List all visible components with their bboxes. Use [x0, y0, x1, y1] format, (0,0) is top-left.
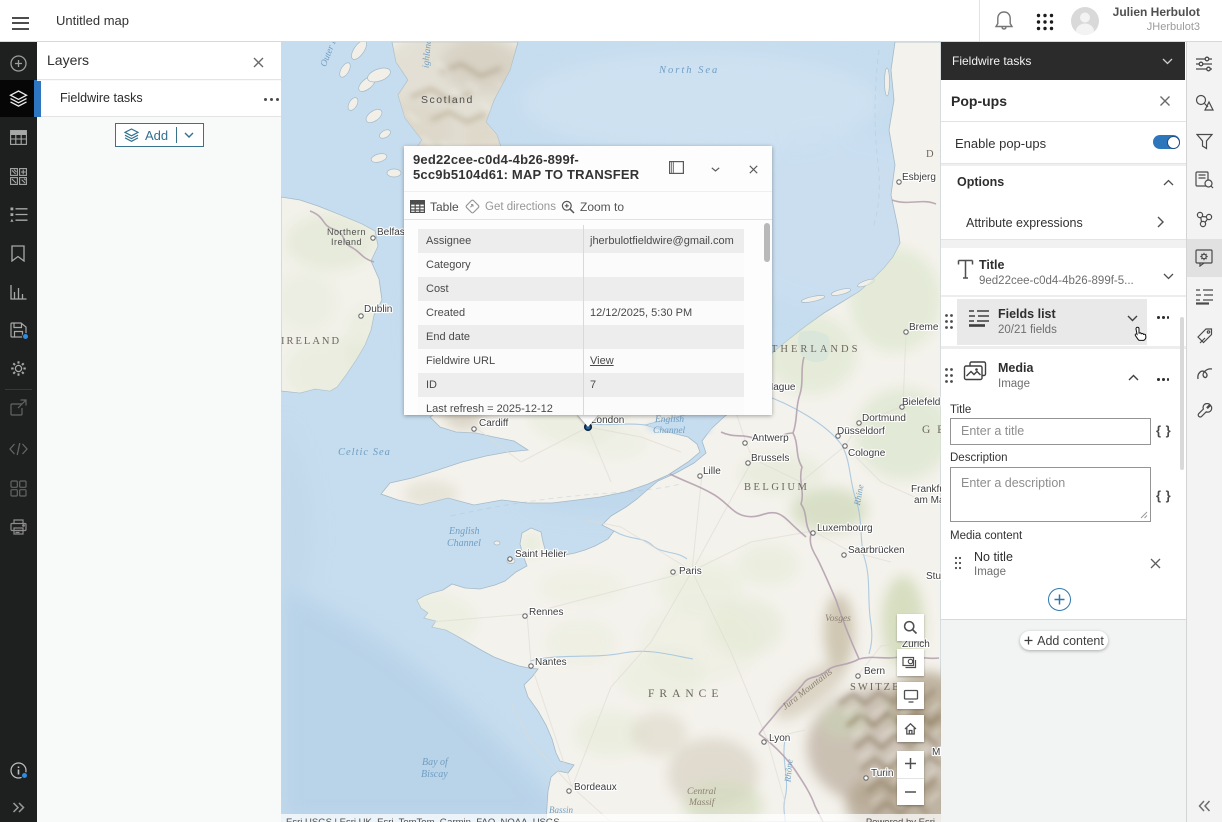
svg-text:Lyon: Lyon	[769, 733, 790, 744]
svg-text:Dublin: Dublin	[364, 304, 392, 315]
svg-text:IRELAND: IRELAND	[281, 336, 341, 347]
svg-text:D E: D E	[926, 149, 941, 160]
svg-text:Paris: Paris	[679, 566, 702, 577]
svg-text:Ireland: Ireland	[331, 237, 362, 247]
svg-text:Rennes: Rennes	[529, 607, 563, 618]
svg-text:Cardiff: Cardiff	[479, 418, 508, 429]
svg-text:Belfas: Belfas	[377, 227, 405, 238]
svg-text:Bielefeld: Bielefeld	[902, 397, 940, 408]
svg-text:THERLANDS: THERLANDS	[771, 344, 860, 355]
svg-text:Saarbrücken: Saarbrücken	[848, 545, 905, 556]
svg-text:Cologne: Cologne	[848, 448, 886, 459]
svg-text:Frankfu: Frankfu	[911, 484, 941, 495]
svg-text:Biscay: Biscay	[421, 769, 448, 780]
svg-text:Stu: Stu	[926, 571, 941, 582]
svg-text:Bern: Bern	[864, 666, 885, 677]
svg-text:Central: Central	[687, 787, 716, 797]
svg-text:Celtic Sea: Celtic Sea	[338, 447, 391, 458]
svg-text:Massif: Massif	[688, 797, 716, 808]
svg-text:Scotland: Scotland	[421, 94, 474, 106]
svg-text:Northern: Northern	[327, 227, 366, 237]
svg-text:North Sea: North Sea	[658, 65, 719, 76]
svg-text:Lille: Lille	[703, 466, 721, 477]
svg-text:Breme: Breme	[909, 322, 939, 333]
svg-text:am Mai: am Mai	[914, 495, 941, 506]
svg-text:Esbjerg: Esbjerg	[902, 172, 936, 183]
svg-text:Channel: Channel	[447, 538, 481, 549]
svg-text:Turin: Turin	[871, 768, 893, 779]
svg-text:Bay of: Bay of	[422, 757, 449, 768]
svg-text:Vosges: Vosges	[825, 614, 851, 624]
svg-text:Saint Helier: Saint Helier	[515, 549, 567, 560]
svg-text:Antwerp: Antwerp	[752, 433, 789, 444]
svg-text:Rhône: Rhône	[782, 759, 794, 784]
svg-text:English: English	[654, 415, 684, 425]
svg-text:Channel: Channel	[653, 426, 686, 436]
svg-text:Dortmund: Dortmund	[862, 413, 906, 424]
svg-text:Bordeaux: Bordeaux	[574, 782, 617, 793]
svg-text:Luxembourg: Luxembourg	[817, 523, 873, 534]
svg-text:Düsseldorf: Düsseldorf	[837, 426, 885, 437]
svg-text:Brussels: Brussels	[751, 453, 789, 464]
svg-text:English: English	[448, 526, 480, 537]
svg-text:BELGIUM: BELGIUM	[744, 482, 809, 493]
svg-text:Mi: Mi	[932, 747, 941, 758]
svg-text:FRANCE: FRANCE	[648, 688, 723, 700]
svg-text:Nantes: Nantes	[535, 657, 567, 668]
svg-text:G E: G E	[922, 424, 941, 436]
